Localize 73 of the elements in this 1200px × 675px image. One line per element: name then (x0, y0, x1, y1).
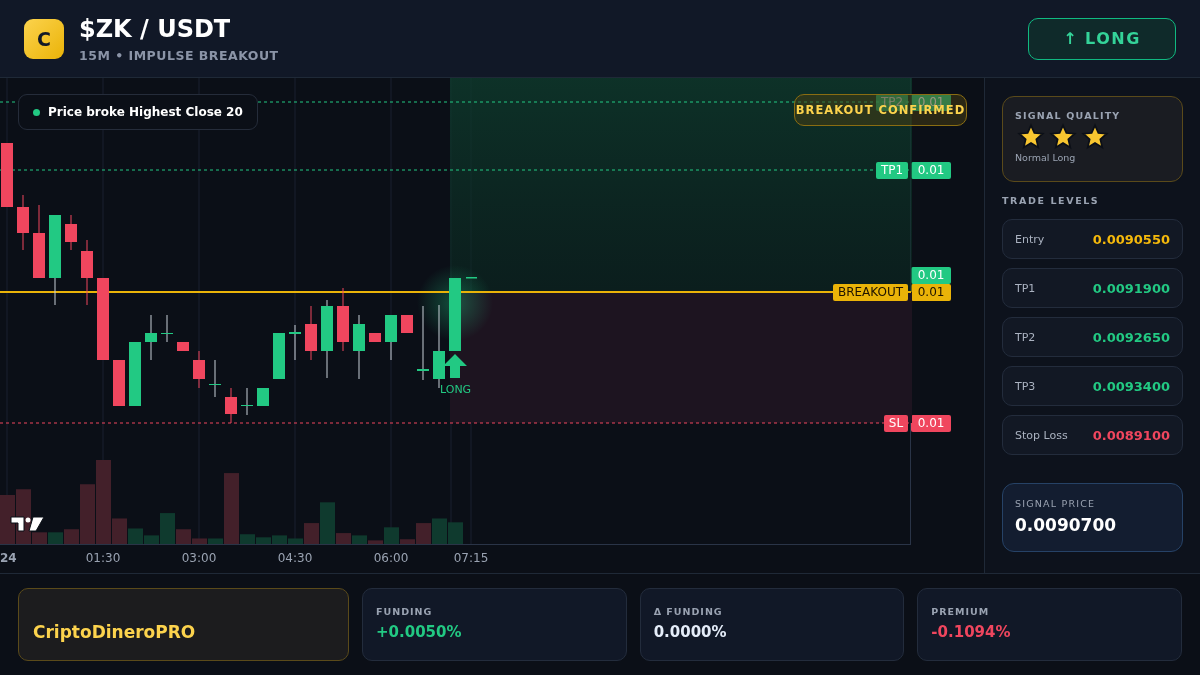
candle (145, 314, 157, 361)
level-tag: BREAKOUT (832, 284, 909, 301)
candle (257, 387, 269, 407)
stat-value: -0.1094% (931, 623, 1012, 641)
level-label: TP3 (1015, 379, 1036, 393)
app-logo: C (24, 18, 64, 59)
level-value: 0.0092650 (1092, 329, 1170, 345)
candle (193, 350, 205, 389)
time-label: 03:00 (181, 551, 217, 565)
candle (241, 387, 253, 416)
level-value: 0.0093400 (1092, 378, 1170, 394)
stat-label: Δ FUNDING (653, 606, 724, 617)
volume-bar (48, 532, 63, 544)
signal-price-value: 0.0090700 (1015, 515, 1118, 535)
level-label: Entry (1015, 232, 1045, 246)
price-label: 0.01 (911, 284, 952, 301)
level-tag: TP1 (875, 162, 909, 179)
stat-value: 0.0000% (653, 623, 728, 641)
candle (385, 314, 397, 361)
star-icon (1017, 123, 1045, 151)
candle (209, 359, 221, 398)
level-value: 0.0090550 (1092, 231, 1170, 247)
candle (401, 314, 413, 334)
star-icon (1081, 123, 1109, 151)
stat-value: +0.0050% (376, 623, 463, 641)
up-arrow-icon (443, 354, 467, 378)
candle (289, 324, 301, 361)
level-value: 0.0089100 (1092, 427, 1170, 443)
candle (81, 239, 93, 306)
candle (225, 387, 237, 424)
candle (129, 341, 141, 407)
price-label: 0.01 (911, 162, 952, 179)
volume-bar (0, 495, 15, 544)
time-label: 01:30 (85, 551, 121, 565)
long-button[interactable]: ↑ LONG (1028, 17, 1176, 60)
level-label: Stop Loss (1015, 428, 1068, 442)
card-title: SIGNAL QUALITY (1015, 110, 1122, 121)
level-label: TP2 (1015, 330, 1036, 344)
price-label: 0.01 (911, 415, 952, 432)
level-label: TP1 (1015, 281, 1036, 295)
time-label: 06:00 (373, 551, 409, 565)
stat-label: PREMIUM (931, 606, 991, 617)
candle (1, 142, 13, 208)
signal-marker-label: LONG (440, 383, 472, 396)
time-label: 04:30 (277, 551, 313, 565)
time-label: 24 (0, 551, 17, 565)
candle (177, 341, 189, 352)
time-label: 07:15 (453, 551, 489, 565)
candle (65, 214, 77, 251)
brand-card: CriptoDineroPRO (18, 588, 349, 661)
level-value: 0.0091900 (1092, 280, 1170, 296)
stat-label: FUNDING (376, 606, 434, 617)
logo-icon (10, 516, 45, 532)
candle (273, 332, 285, 380)
level-tag: SL (883, 415, 909, 432)
candle (113, 359, 125, 407)
strategy-subtitle: 15M • IMPULSE BREAKOUT (79, 47, 279, 63)
candle (305, 305, 317, 361)
current-price-label: 0.01 (911, 267, 952, 284)
pair-title: $ZK / USDT (79, 14, 232, 43)
section-title: TRADE LEVELS (1002, 195, 1101, 206)
star-icon (1049, 123, 1077, 151)
card-title: SIGNAL PRICE (1015, 498, 1097, 509)
candle (17, 194, 29, 251)
status-dot-icon (33, 108, 40, 116)
candle (353, 314, 365, 380)
candle (337, 287, 349, 352)
volume-bar (432, 518, 447, 544)
alert-text: Price broke Highest Close 20 (48, 105, 243, 119)
candle (369, 332, 381, 343)
candle (161, 314, 173, 343)
quality-caption: Normal Long (1015, 152, 1077, 163)
volume-bar (448, 522, 463, 544)
